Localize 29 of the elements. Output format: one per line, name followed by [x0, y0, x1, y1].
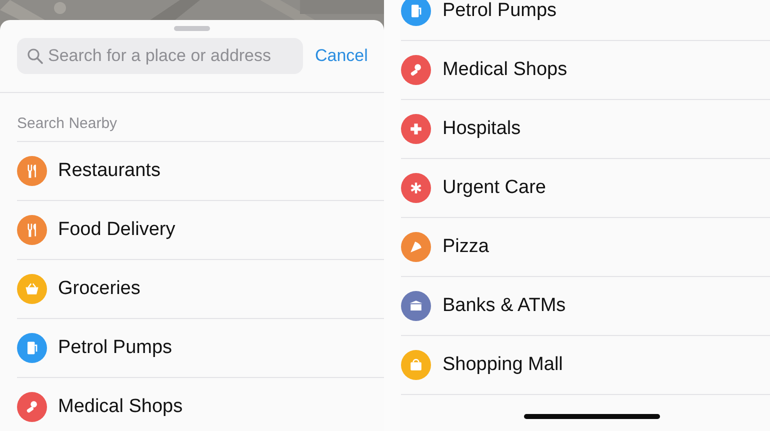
drag-handle[interactable]	[174, 26, 210, 31]
category-item[interactable]: Urgent Care	[401, 159, 770, 218]
category-item[interactable]: Petrol Pumps	[401, 0, 770, 41]
category-item[interactable]: Banks & ATMs	[401, 277, 770, 336]
category-label: Medical Shops	[58, 396, 183, 418]
category-label: Groceries	[58, 278, 140, 300]
category-label: Urgent Care	[442, 177, 546, 199]
category-label: Petrol Pumps	[442, 0, 557, 22]
category-label: Pizza	[442, 236, 489, 258]
category-item[interactable]: Restaurants	[17, 142, 384, 201]
category-label: Shopping Mall	[442, 354, 563, 376]
category-label: Food Delivery	[58, 219, 176, 241]
section-title: Search Nearby	[17, 115, 118, 132]
category-item[interactable]: Shopping Mall	[401, 336, 770, 395]
category-item[interactable]: Pizza	[401, 218, 770, 277]
category-item[interactable]: Petrol Pumps	[17, 319, 384, 378]
category-label: Hospitals	[442, 118, 521, 140]
category-item[interactable]: Medical Shops	[401, 41, 770, 100]
category-item[interactable]: Food Delivery	[17, 201, 384, 260]
category-item[interactable]: Hospitals	[401, 100, 770, 159]
category-label: Banks & ATMs	[442, 295, 566, 317]
category-label: Medical Shops	[442, 59, 568, 81]
category-label: Restaurants	[58, 160, 160, 182]
search-field[interactable]: Search for a place or address	[17, 38, 303, 74]
category-label: Petrol Pumps	[58, 337, 172, 359]
home-indicator[interactable]	[524, 414, 660, 419]
category-item[interactable]: Groceries	[17, 260, 384, 319]
search-icon	[27, 48, 43, 64]
category-item[interactable]: Medical Shops	[17, 378, 384, 431]
